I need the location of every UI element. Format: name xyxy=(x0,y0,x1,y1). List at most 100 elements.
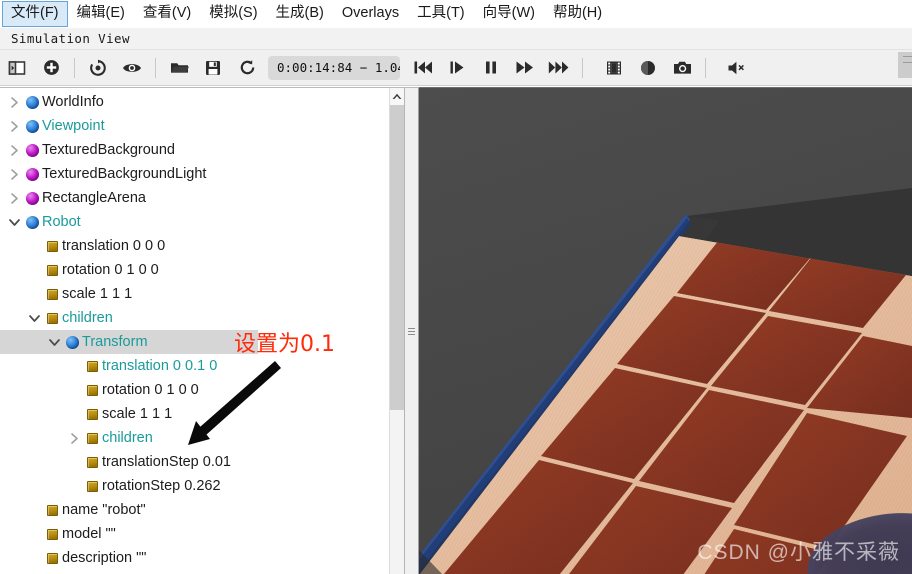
tree-row[interactable]: rotation 0 1 0 0 xyxy=(0,258,404,282)
tree-row[interactable]: TexturedBackgroundLight xyxy=(0,162,404,186)
twisty-spacer xyxy=(26,234,42,258)
open-folder-icon[interactable] xyxy=(162,53,196,83)
eye-icon[interactable] xyxy=(115,53,149,83)
panel-splitter[interactable] xyxy=(404,88,419,574)
toggle-panel-icon[interactable] xyxy=(0,53,34,83)
node-sphere-magenta-icon xyxy=(22,186,42,210)
tree-row-label: Transform xyxy=(82,334,148,350)
scene-render xyxy=(419,88,912,574)
add-node-icon[interactable] xyxy=(34,53,68,83)
toolbar: 0:00:14:84 − 1.04x xyxy=(0,50,912,86)
tree-row-label: translation 0 0 0 xyxy=(62,238,166,254)
rewind-icon[interactable] xyxy=(406,53,440,83)
scroll-up-arrow-icon[interactable] xyxy=(390,88,404,105)
tree-row[interactable]: description "" xyxy=(0,546,404,570)
record-icon[interactable] xyxy=(631,53,665,83)
tree-row-label: children xyxy=(102,430,153,446)
tree-row[interactable]: children xyxy=(0,306,404,330)
run-fast-icon[interactable] xyxy=(542,53,576,83)
menu-item-simulate[interactable]: 模拟(S) xyxy=(200,1,266,27)
twisty-spacer xyxy=(66,354,82,378)
menu-item-view[interactable]: 查看(V) xyxy=(134,1,200,27)
chevron-right-icon[interactable] xyxy=(6,186,22,210)
chevron-right-icon[interactable] xyxy=(66,426,82,450)
chevron-right-icon[interactable] xyxy=(6,162,22,186)
chevron-down-icon[interactable] xyxy=(46,330,62,354)
twisty-spacer xyxy=(66,402,82,426)
chevron-down-icon[interactable] xyxy=(26,306,42,330)
chevron-down-icon[interactable] xyxy=(6,210,22,234)
menu-item-wizards[interactable]: 向导(W) xyxy=(474,1,544,27)
twisty-spacer xyxy=(66,450,82,474)
chevron-right-icon[interactable] xyxy=(6,114,22,138)
tree-vertical-scrollbar[interactable] xyxy=(389,88,405,574)
tree-row-label: TexturedBackgroundLight xyxy=(42,166,207,182)
fast-forward-icon[interactable] xyxy=(508,53,542,83)
twisty-spacer xyxy=(26,498,42,522)
movie-icon[interactable] xyxy=(597,53,631,83)
menu-item-edit[interactable]: 编辑(E) xyxy=(68,1,134,27)
field-cube-icon xyxy=(42,498,62,522)
tree-row-label: Robot xyxy=(42,214,81,230)
tree-row[interactable]: Robot xyxy=(0,210,404,234)
field-cube-icon xyxy=(42,234,62,258)
field-cube-icon xyxy=(82,450,102,474)
panel-title-bar: Simulation View xyxy=(0,28,912,50)
field-cube-icon xyxy=(82,402,102,426)
chevron-right-icon[interactable] xyxy=(6,138,22,162)
twisty-spacer xyxy=(66,378,82,402)
menu-item-file[interactable]: 文件(F) xyxy=(2,0,68,27)
reload-world-icon[interactable] xyxy=(81,53,115,83)
tree-row[interactable]: rotation 0 1 0 0 xyxy=(0,378,404,402)
simulation-time-display: 0:00:14:84 − 1.04x xyxy=(268,55,400,80)
toolbar-overflow-handle[interactable] xyxy=(898,52,912,78)
tree-row[interactable]: translationStep 0.01 xyxy=(0,450,404,474)
tree-row[interactable]: Transform xyxy=(0,330,258,354)
tree-row[interactable]: children xyxy=(0,426,404,450)
tree-row[interactable]: contactMaterial "default" xyxy=(0,570,404,574)
menu-item-build[interactable]: 生成(B) xyxy=(267,1,333,27)
tree-row-label: children xyxy=(62,310,113,326)
splitter-grip-icon xyxy=(408,326,415,337)
chevron-right-icon[interactable] xyxy=(6,90,22,114)
tree-row[interactable]: model "" xyxy=(0,522,404,546)
tree-row[interactable]: WorldInfo xyxy=(0,90,404,114)
field-cube-icon xyxy=(42,306,62,330)
node-sphere-blue-icon xyxy=(62,330,82,354)
menu-bar: 文件(F) 编辑(E) 查看(V) 模拟(S) 生成(B) Overlays 工… xyxy=(0,0,912,28)
menu-item-tools[interactable]: 工具(T) xyxy=(408,1,474,27)
node-sphere-magenta-icon xyxy=(22,138,42,162)
screenshot-icon[interactable] xyxy=(665,53,699,83)
tree-row[interactable]: scale 1 1 1 xyxy=(0,282,404,306)
menu-item-help[interactable]: 帮助(H) xyxy=(544,1,611,27)
field-cube-icon xyxy=(42,570,62,574)
tree-row[interactable]: Viewpoint xyxy=(0,114,404,138)
save-icon[interactable] xyxy=(196,53,230,83)
tree-row[interactable]: rotationStep 0.262 xyxy=(0,474,404,498)
tree-row[interactable]: name "robot" xyxy=(0,498,404,522)
toolbar-separator-4 xyxy=(705,57,706,78)
menu-item-overlays[interactable]: Overlays xyxy=(333,1,408,27)
reset-icon[interactable] xyxy=(230,53,264,83)
tree-row-label: RectangleArena xyxy=(42,190,146,206)
simulation-view-title: Simulation View xyxy=(11,31,130,46)
tree-row[interactable]: translation 0 0.1 0 xyxy=(0,354,404,378)
field-cube-icon xyxy=(82,474,102,498)
webots-main-window: 文件(F) 编辑(E) 查看(V) 模拟(S) 生成(B) Overlays 工… xyxy=(0,0,912,574)
tree-row-label: translationStep 0.01 xyxy=(102,454,231,470)
scroll-thumb[interactable] xyxy=(390,105,405,410)
tree-row[interactable]: RectangleArena xyxy=(0,186,404,210)
tree-row[interactable]: TexturedBackground xyxy=(0,138,404,162)
tree-row[interactable]: translation 0 0 0 xyxy=(0,234,404,258)
twisty-spacer xyxy=(26,258,42,282)
simulation-3d-viewport[interactable]: CSDN @小雅不采薇 xyxy=(419,87,912,574)
sound-muted-icon[interactable] xyxy=(720,53,754,83)
toolbar-separator-3 xyxy=(582,57,583,78)
field-cube-icon xyxy=(82,378,102,402)
tree-row-label: description "" xyxy=(62,550,147,566)
node-sphere-blue-icon xyxy=(22,210,42,234)
pause-icon[interactable] xyxy=(474,53,508,83)
step-icon[interactable] xyxy=(440,53,474,83)
tree-row[interactable]: scale 1 1 1 xyxy=(0,402,404,426)
field-cube-icon xyxy=(42,282,62,306)
